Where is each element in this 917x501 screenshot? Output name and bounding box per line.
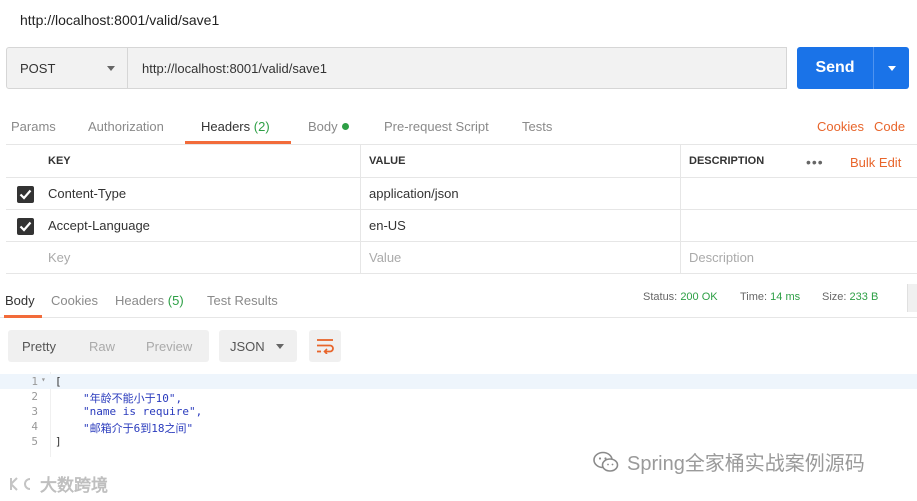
header-description-cell[interactable] [680,210,917,241]
tab-params[interactable]: Params [11,119,56,134]
cookies-link[interactable]: Cookies [817,119,864,134]
check-icon [19,221,32,232]
send-options-button[interactable] [873,47,909,89]
format-label: JSON [230,338,265,354]
size-value: 233 B [849,291,879,303]
table-row: Content-Type application/json [6,178,917,210]
headers-count-badge: (2) [253,119,270,134]
code-line: 4 "邮箱介于6到18之间" [0,419,917,435]
method-label: POST [20,60,56,76]
tab-headers-label: Headers [201,119,251,134]
send-button[interactable]: Send [797,47,873,89]
line-number: 5 [31,435,38,448]
url-bar: POST http://localhost:8001/valid/save1 S… [6,47,912,89]
fold-toggle-icon[interactable]: ▾ [41,375,46,384]
response-tab-cookies[interactable]: Cookies [51,293,98,308]
response-tab-body[interactable]: Body [5,293,35,308]
json-string: "name is require", [83,405,203,418]
tab-tests[interactable]: Tests [522,119,552,134]
tab-authorization[interactable]: Authorization [88,119,164,134]
response-tab-headers-label: Headers [115,293,165,308]
code-text: "name is require", [83,405,202,418]
watermark-right-text: Spring全家桶实战案例源码 [627,453,865,475]
brand-logo-icon [10,476,31,491]
status-value: 200 OK [680,291,718,303]
header-key-cell[interactable]: Content-Type [40,178,360,209]
status-label: Status: [643,291,678,303]
column-header-value: VALUE [360,145,680,177]
response-headers-count-badge: (5) [167,293,184,308]
url-input[interactable]: http://localhost:8001/valid/save1 [128,47,787,89]
response-tabs: Body Cookies Headers (5) Test Results St… [0,276,917,318]
header-value-cell[interactable]: application/json [360,178,680,209]
bulk-edit-link[interactable]: Bulk Edit [850,145,901,179]
watermark-left: 大数跨境 [8,471,108,496]
chevron-down-icon [276,344,284,349]
column-header-key: KEY [48,155,71,167]
tab-body[interactable]: Body [308,119,349,134]
view-pretty-button[interactable]: Pretty [22,330,56,362]
time-value: 14 ms [770,291,801,303]
method-select[interactable]: POST [6,47,128,89]
tab-body-label: Body [308,119,338,134]
wrap-lines-icon [317,339,334,354]
wechat-icon [593,451,619,472]
new-description-input[interactable]: Description [680,242,917,273]
view-raw-button[interactable]: Raw [89,330,115,362]
format-select[interactable]: JSON [219,330,297,362]
new-key-input[interactable]: Key [40,242,360,273]
new-header-row: Key Value Description [6,242,917,274]
request-title: http://localhost:8001/valid/save1 [20,12,220,28]
code-line: 1 ▾ [ [0,374,917,389]
check-icon [19,189,32,200]
request-tabs: Params Authorization Headers (2) Body Pr… [0,110,917,144]
header-key-cell[interactable]: Accept-Language [40,210,360,241]
table-header-row: KEY VALUE DESCRIPTION ••• Bulk Edit [6,144,917,178]
code-link[interactable]: Code [874,119,905,134]
response-view-toolbar: Pretty Raw Preview JSON [0,318,917,370]
body-indicator-dot [341,123,349,130]
response-tab-test-results[interactable]: Test Results [207,293,278,308]
line-number: 1 [31,375,38,388]
row-enabled-checkbox[interactable] [17,218,34,235]
watermark-right: Spring全家桶实战案例源码 [593,447,865,476]
wrap-lines-button[interactable] [309,330,341,362]
code-text: ] [55,435,62,448]
chevron-down-icon [888,66,896,71]
panel-resize-handle[interactable] [907,284,917,312]
code-line: 3 "name is require", [0,404,917,419]
size-label: Size: [822,291,847,303]
time-label: Time: [740,291,768,303]
tab-pre-request-script[interactable]: Pre-request Script [384,119,489,134]
watermark-left-text: 大数跨境 [40,476,108,495]
time-indicator[interactable]: Time: 14 ms [740,291,800,303]
line-number: 4 [31,420,38,433]
table-row: Accept-Language en-US [6,210,917,242]
view-mode-segment: Pretty Raw Preview [8,330,209,362]
chevron-down-icon [107,66,115,71]
more-options-icon[interactable]: ••• [806,145,824,179]
size-indicator[interactable]: Size: 233 B [822,291,878,303]
line-number: 2 [31,390,38,403]
view-preview-button[interactable]: Preview [146,330,192,362]
code-line: 2 "年龄不能小于10", [0,389,917,405]
status-indicator[interactable]: Status: 200 OK [643,291,718,303]
response-tab-headers[interactable]: Headers (5) [115,293,184,308]
row-enabled-checkbox[interactable] [17,186,34,203]
code-text: [ [55,375,62,388]
header-description-cell[interactable] [680,178,917,209]
tab-headers[interactable]: Headers (2) [201,119,270,134]
header-value-cell[interactable]: en-US [360,210,680,241]
new-value-input[interactable]: Value [360,242,680,273]
line-number: 3 [31,405,38,418]
